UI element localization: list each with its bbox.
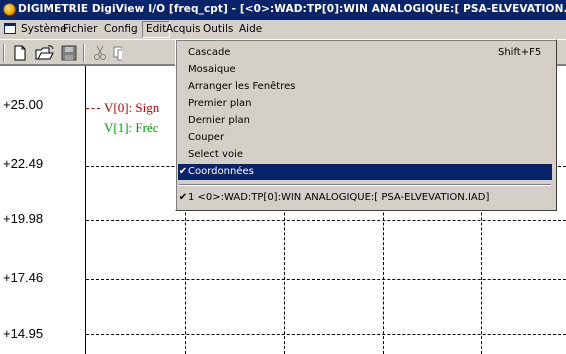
y-axis — [85, 66, 86, 354]
menu-item-arranger[interactable]: Arranger les Fenêtres — [178, 79, 552, 95]
menu-item-label: Select voie — [188, 149, 243, 160]
menu-item-label: 1 <0>:WAD:TP[0]:WIN ANALOGIQUE:[ PSA-ELV… — [188, 192, 490, 203]
y-tick-label: +19.98 — [3, 211, 44, 226]
menu-item-window-1[interactable]: ✔ 1 <0>:WAD:TP[0]:WIN ANALOGIQUE:[ PSA-E… — [178, 190, 552, 206]
open-folder-icon[interactable] — [34, 44, 54, 62]
y-tick-label: +25.00 — [3, 97, 44, 112]
y-tick-label: +22.49 — [3, 156, 44, 171]
copy-icon[interactable] — [110, 44, 122, 62]
toolbar-separator — [83, 44, 85, 62]
menu-item-dernier-plan[interactable]: Dernier plan — [178, 113, 552, 129]
checkmark-icon: ✔ — [178, 166, 188, 177]
window-title: DIGIMETRIE DigiView I/O [freq_cpt] - [<0… — [18, 3, 566, 15]
menu-item-couper[interactable]: Couper — [178, 130, 552, 146]
legend-line-v0 — [86, 108, 100, 109]
menu-item-label: Couper — [188, 132, 225, 143]
cut-icon[interactable] — [90, 44, 110, 62]
save-icon[interactable] — [59, 44, 79, 62]
grid-line — [86, 334, 566, 335]
edit-menu-dropdown: Cascade Shift+F5 Mosaique Arranger les F… — [175, 39, 557, 211]
menu-item-label: Premier plan — [188, 98, 252, 109]
y-tick-label: +14.95 — [3, 326, 44, 341]
y-tick-label: +17.46 — [3, 270, 44, 285]
menu-acquis[interactable]: Acquis — [163, 22, 203, 37]
menu-fichier[interactable]: Fichier — [60, 22, 100, 37]
menu-item-label: Cascade — [188, 47, 231, 58]
mdi-window-icon[interactable] — [4, 23, 16, 34]
menu-bar: Système Fichier Config Edit Acquis Outil… — [0, 20, 566, 39]
legend-v1: V[1]: Fréc — [104, 120, 159, 135]
legend-v0: V[0]: Sign — [104, 100, 160, 115]
new-file-icon[interactable] — [10, 44, 30, 62]
menu-separator — [179, 184, 551, 186]
checkmark-icon: ✔ — [178, 192, 188, 203]
toolbar-grip — [3, 44, 5, 62]
menu-config[interactable]: Config — [101, 22, 141, 37]
menu-item-label: Dernier plan — [188, 115, 250, 126]
menu-item-label: Arranger les Fenêtres — [188, 81, 296, 92]
menu-outils[interactable]: Outils — [200, 22, 236, 37]
app-icon[interactable] — [3, 3, 16, 16]
menu-item-mosaique[interactable]: Mosaique — [178, 62, 552, 78]
menu-item-label: Coordonnées — [188, 166, 254, 177]
menu-item-label: Mosaique — [188, 64, 236, 75]
grid-line — [86, 220, 566, 221]
menu-item-shortcut: Shift+F5 — [498, 47, 542, 58]
menu-aide[interactable]: Aide — [236, 22, 265, 37]
grid-line — [86, 279, 566, 280]
title-bar: DIGIMETRIE DigiView I/O [freq_cpt] - [<0… — [0, 0, 566, 20]
menu-item-coordonnees[interactable]: ✔ Coordonnées — [178, 164, 552, 180]
menu-item-select-voie[interactable]: Select voie — [178, 147, 552, 163]
menu-item-premier-plan[interactable]: Premier plan — [178, 96, 552, 112]
menu-item-cascade[interactable]: Cascade Shift+F5 — [178, 45, 552, 61]
